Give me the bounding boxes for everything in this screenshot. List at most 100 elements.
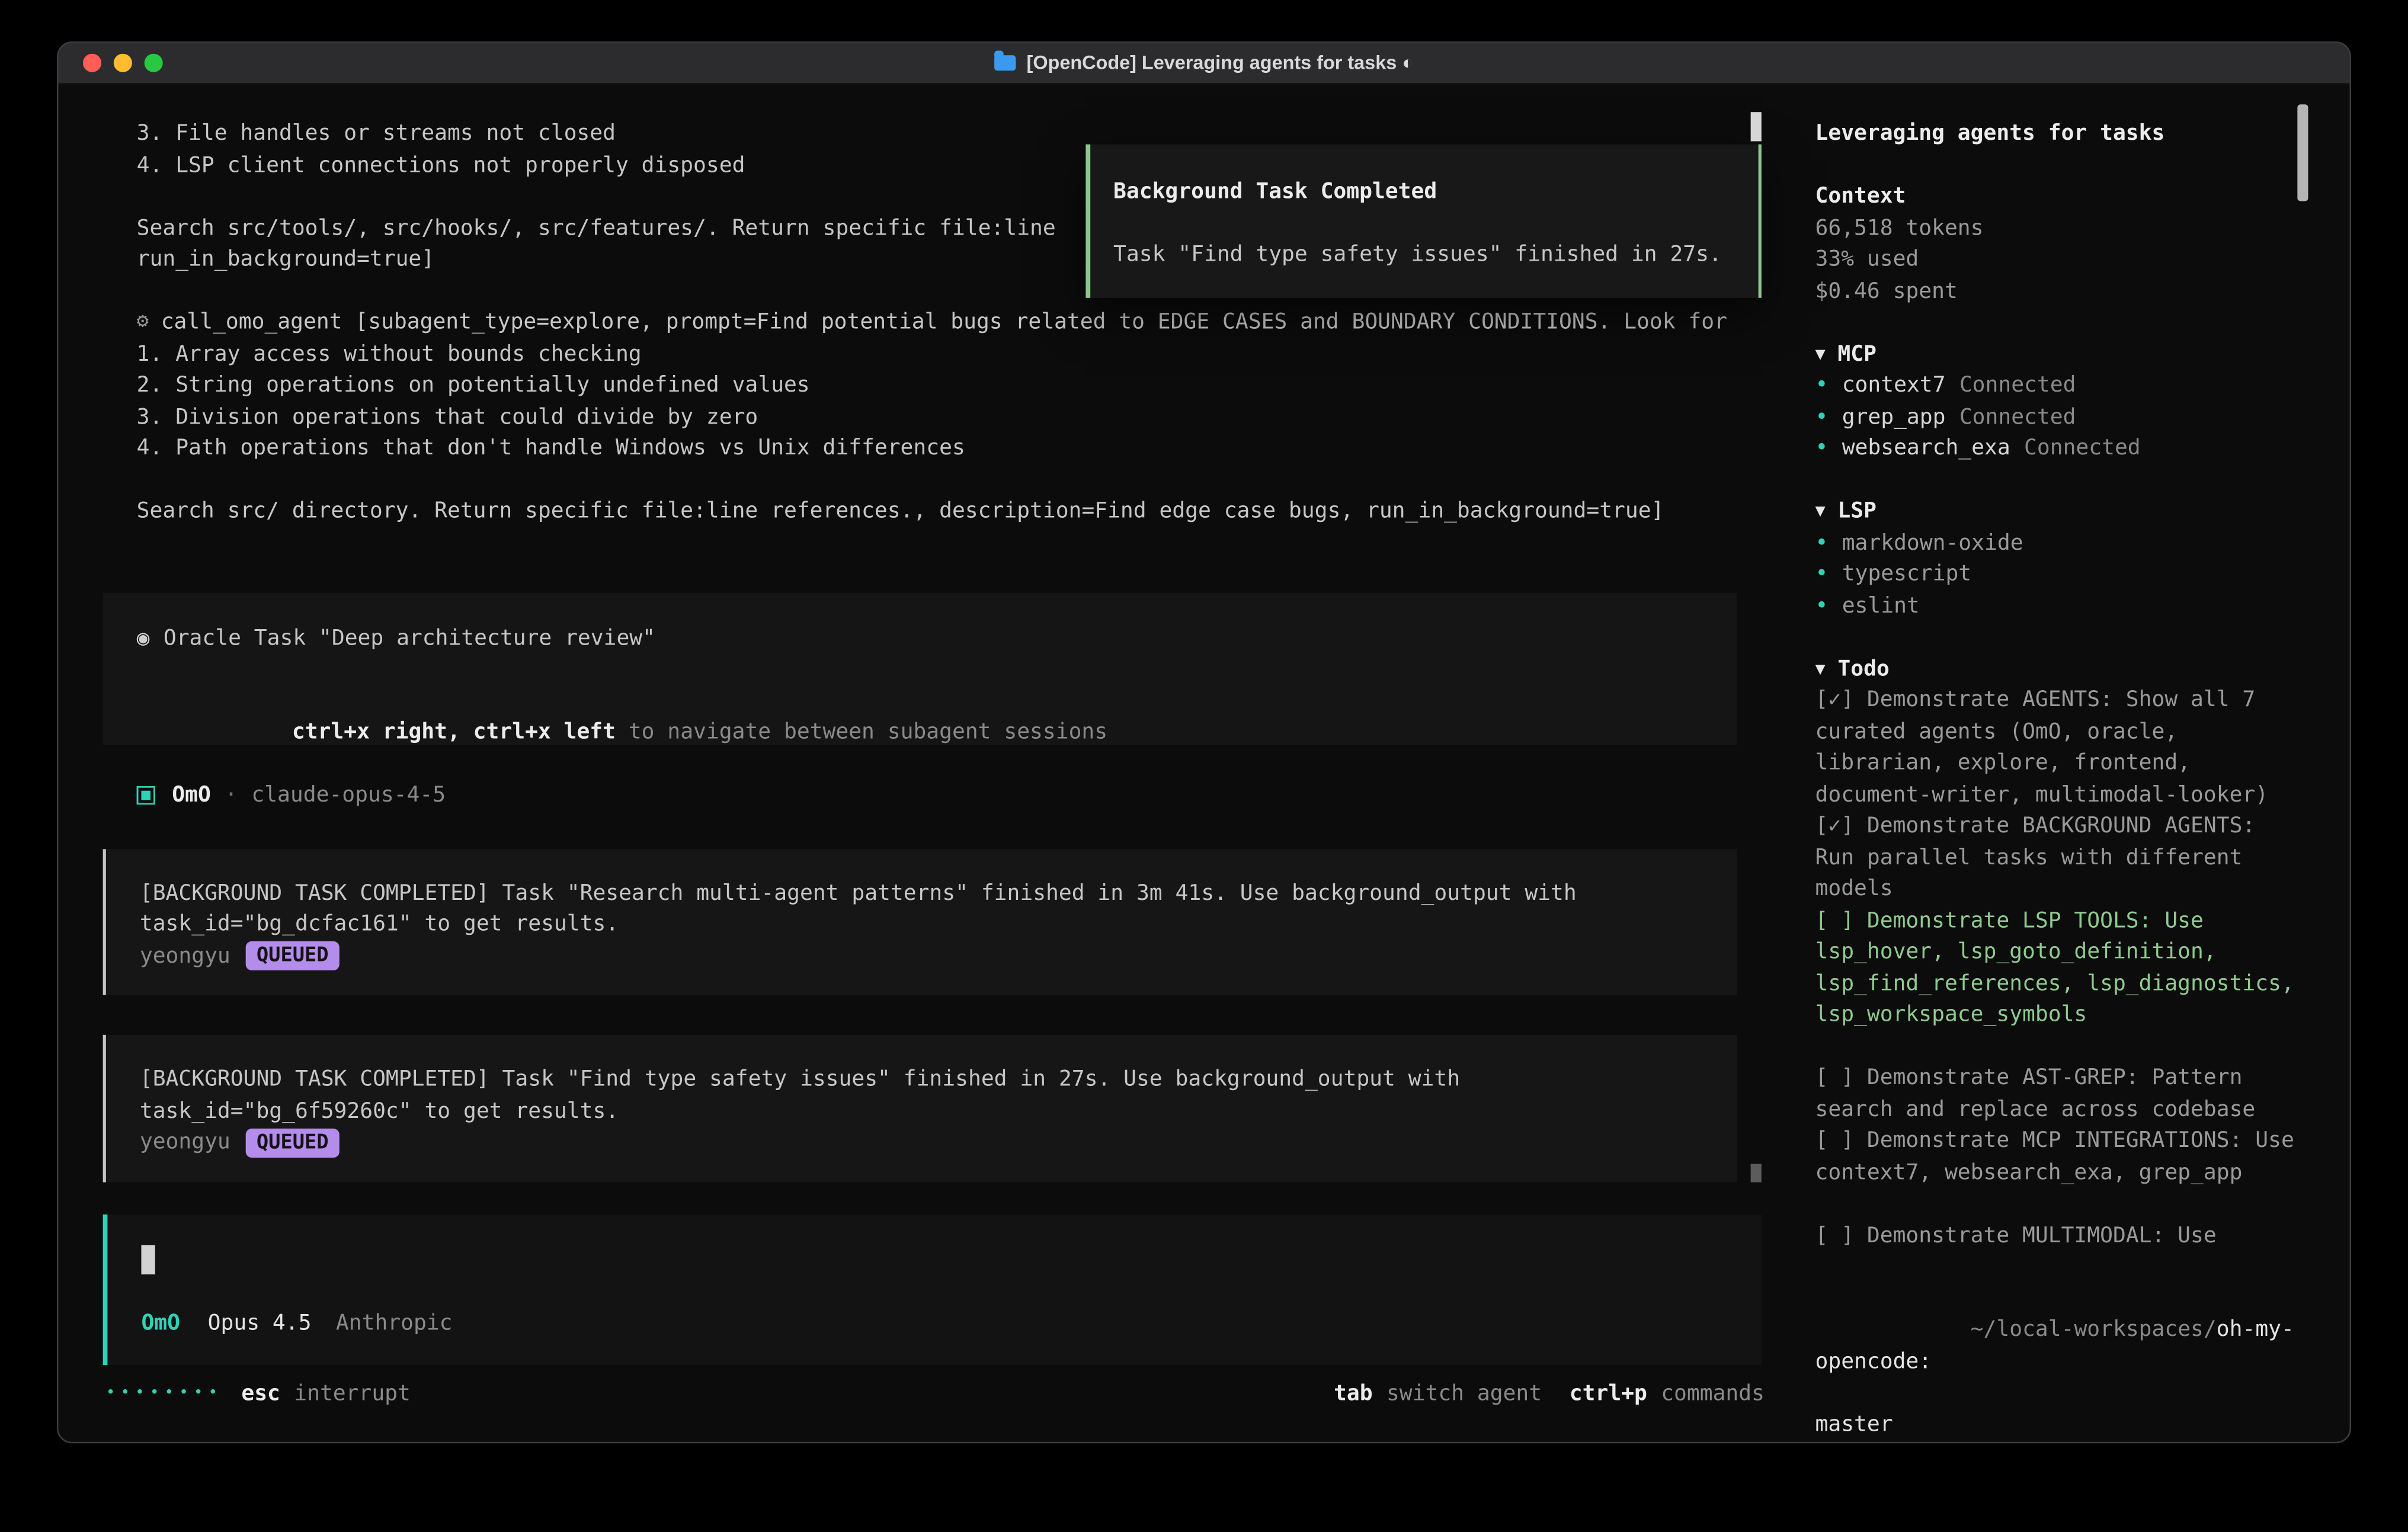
- bullet-icon: •: [1815, 433, 1829, 464]
- input-model-label: Opus 4.5: [208, 1308, 312, 1339]
- mcp-status: Connected: [2024, 433, 2141, 464]
- todo-item: [ ] Demonstrate LSP TOOLS: Use lsp_hover…: [1815, 905, 2303, 1031]
- chevron-down-icon: ▼: [1815, 496, 1826, 527]
- desktop: [OpenCode] Leveraging agents for tasks ◐…: [0, 0, 2408, 1532]
- background-task-card[interactable]: [BACKGROUND TASK COMPLETED] Task "Resear…: [103, 848, 1737, 995]
- mcp-status: Connected: [1959, 370, 2076, 402]
- lsp-name: markdown-oxide: [1842, 527, 2023, 559]
- bullet-icon: •: [1815, 527, 1829, 559]
- bullet-icon: •: [1815, 591, 1829, 622]
- todo-item: [✓] Demonstrate AGENTS: Show all 7 curat…: [1815, 685, 2303, 811]
- lsp-heading-label: LSP: [1837, 496, 1877, 527]
- workspace-branch: master: [1815, 1409, 2303, 1440]
- context-tokens: 66,518 tokens: [1815, 213, 2303, 244]
- todo-item: [ ] Demonstrate AST-GREP: Pattern search…: [1815, 1063, 2303, 1126]
- main-scrollbar-thumb[interactable]: [1751, 112, 1762, 141]
- lsp-item: • eslint: [1815, 591, 2303, 622]
- background-task-card[interactable]: [BACKGROUND TASK COMPLETED] Task "Find t…: [103, 1035, 1737, 1182]
- agent-header: OmO · claude-opus-4-5: [137, 780, 1792, 812]
- oracle-hint-keys: ctrl+x right, ctrl+x left: [292, 720, 616, 745]
- text-cursor: [141, 1245, 155, 1274]
- notification-body: Task "Find type safety issues" finished …: [1113, 239, 1735, 271]
- oracle-hint-text: to navigate between subagent sessions: [616, 720, 1107, 745]
- notification-title: Background Task Completed: [1113, 177, 1735, 208]
- task-message-line: [BACKGROUND TASK COMPLETED] Task "Resear…: [140, 877, 1703, 909]
- minimize-button[interactable]: [114, 54, 132, 72]
- titlebar[interactable]: [OpenCode] Leveraging agents for tasks ◐: [58, 43, 2349, 85]
- ctrlp-key-label: commands: [1661, 1378, 1765, 1409]
- agent-icon: [137, 787, 155, 805]
- lsp-item: • markdown-oxide: [1815, 527, 2303, 559]
- input-agent-label: OmO: [141, 1308, 180, 1339]
- ctrlp-key-hint: ctrl+p: [1570, 1378, 1647, 1409]
- mcp-status: Connected: [1959, 402, 2076, 433]
- todo-heading-label: Todo: [1837, 653, 1889, 685]
- tool-call-item: 2. String operations on potentially unde…: [137, 370, 1792, 402]
- mcp-item: • websearch_exa Connected: [1815, 433, 2303, 464]
- sidebar[interactable]: Leveraging agents for tasks Context 66,5…: [1792, 85, 2350, 1444]
- queued-badge: QUEUED: [246, 1128, 340, 1157]
- task-message-line: task_id="bg_6f59260c" to get results.: [140, 1095, 1703, 1127]
- window-title-text: [OpenCode] Leveraging agents for tasks ◐: [1027, 47, 1414, 79]
- session-title: Leveraging agents for tasks: [1815, 118, 2303, 150]
- todo-item: [✓] Demonstrate BACKGROUND AGENTS: Run p…: [1815, 810, 2303, 905]
- tab-key-hint: tab: [1334, 1378, 1373, 1409]
- prompt-input[interactable]: OmO Opus 4.5 Anthropic: [103, 1214, 1762, 1364]
- close-button[interactable]: [83, 54, 101, 72]
- oracle-task-title-line: ◉ Oracle Task "Deep architecture review": [137, 623, 1703, 654]
- agent-separator: ·: [225, 780, 238, 812]
- oracle-icon: ◉: [137, 623, 150, 654]
- tool-call-item: 3. Division operations that could divide…: [137, 402, 1792, 433]
- mcp-heading-label: MCP: [1837, 338, 1877, 370]
- task-user: yeongyu: [140, 940, 230, 972]
- mcp-name: context7: [1842, 370, 1946, 402]
- context-heading: Context: [1815, 181, 2303, 213]
- agent-name: OmO: [172, 780, 211, 812]
- mcp-item: • grep_app Connected: [1815, 402, 2303, 433]
- oracle-task-title: Oracle Task "Deep architecture review": [164, 623, 655, 654]
- notification-toast[interactable]: Background Task Completed Task "Find typ…: [1085, 145, 1761, 298]
- oracle-task-panel[interactable]: ◉ Oracle Task "Deep architecture review"…: [103, 592, 1737, 745]
- agent-model: claude-opus-4-5: [251, 780, 446, 812]
- todo-section-heading[interactable]: ▼ Todo: [1815, 653, 2303, 685]
- window-title: [OpenCode] Leveraging agents for tasks ◐: [994, 47, 1414, 79]
- workspace-path-line: ~/local-workspaces/oh-my-opencode:: [1815, 1283, 2303, 1409]
- task-user: yeongyu: [140, 1127, 230, 1158]
- zoom-button[interactable]: [145, 54, 163, 72]
- mcp-name: websearch_exa: [1842, 433, 2010, 464]
- lsp-section-heading[interactable]: ▼ LSP: [1815, 496, 2303, 527]
- input-cursor-row: [141, 1245, 1727, 1284]
- mcp-item: • context7 Connected: [1815, 370, 2303, 402]
- queued-badge: QUEUED: [246, 941, 340, 970]
- gear-icon: ⚙: [137, 307, 149, 338]
- tool-call-line: ⚙ call_omo_agent [subagent_type=explore,…: [137, 307, 1792, 338]
- bullet-icon: •: [1815, 402, 1829, 433]
- folder-icon: [994, 55, 1016, 70]
- chevron-down-icon: ▼: [1815, 653, 1826, 685]
- todo-item: [ ] Demonstrate MULTIMODAL: Use: [1815, 1220, 2303, 1251]
- lsp-item: • typescript: [1815, 559, 2303, 590]
- bullet-icon: •: [1815, 559, 1829, 590]
- traffic-lights: [83, 54, 163, 72]
- terminal-window: [OpenCode] Leveraging agents for tasks ◐…: [57, 41, 2351, 1443]
- input-model-row: OmO Opus 4.5 Anthropic: [141, 1308, 1727, 1339]
- tool-call-text: call_omo_agent [subagent_type=explore, p…: [161, 307, 1727, 338]
- task-message-line: task_id="bg_dcfac161" to get results.: [140, 909, 1703, 940]
- context-used: 33% used: [1815, 244, 2303, 275]
- sidebar-scrollbar-thumb[interactable]: [2297, 104, 2308, 201]
- context-spent: $0.46 spent: [1815, 275, 2303, 307]
- tool-call-item: 1. Array access without bounds checking: [137, 338, 1792, 370]
- tab-key-label: switch agent: [1386, 1378, 1542, 1409]
- status-bar: •••••••• esc interrupt tab switch agent …: [106, 1378, 1765, 1409]
- esc-key-label: interrupt: [294, 1378, 411, 1409]
- task-message-line: [BACKGROUND TASK COMPLETED] Task "Find t…: [140, 1064, 1703, 1095]
- spinner-dots: ••••••••: [106, 1378, 223, 1409]
- input-provider-label: Anthropic: [336, 1308, 453, 1339]
- main-scrollbar-mark[interactable]: [1751, 1164, 1762, 1182]
- mcp-section-heading[interactable]: ▼ MCP: [1815, 338, 2303, 370]
- bullet-icon: •: [1815, 370, 1829, 402]
- chevron-down-icon: ▼: [1815, 338, 1826, 370]
- workspace-path: ~/local-workspaces/: [1971, 1318, 2217, 1342]
- lsp-name: typescript: [1842, 559, 1971, 590]
- window-body: 3. File handles or streams not closed 4.…: [58, 85, 2349, 1444]
